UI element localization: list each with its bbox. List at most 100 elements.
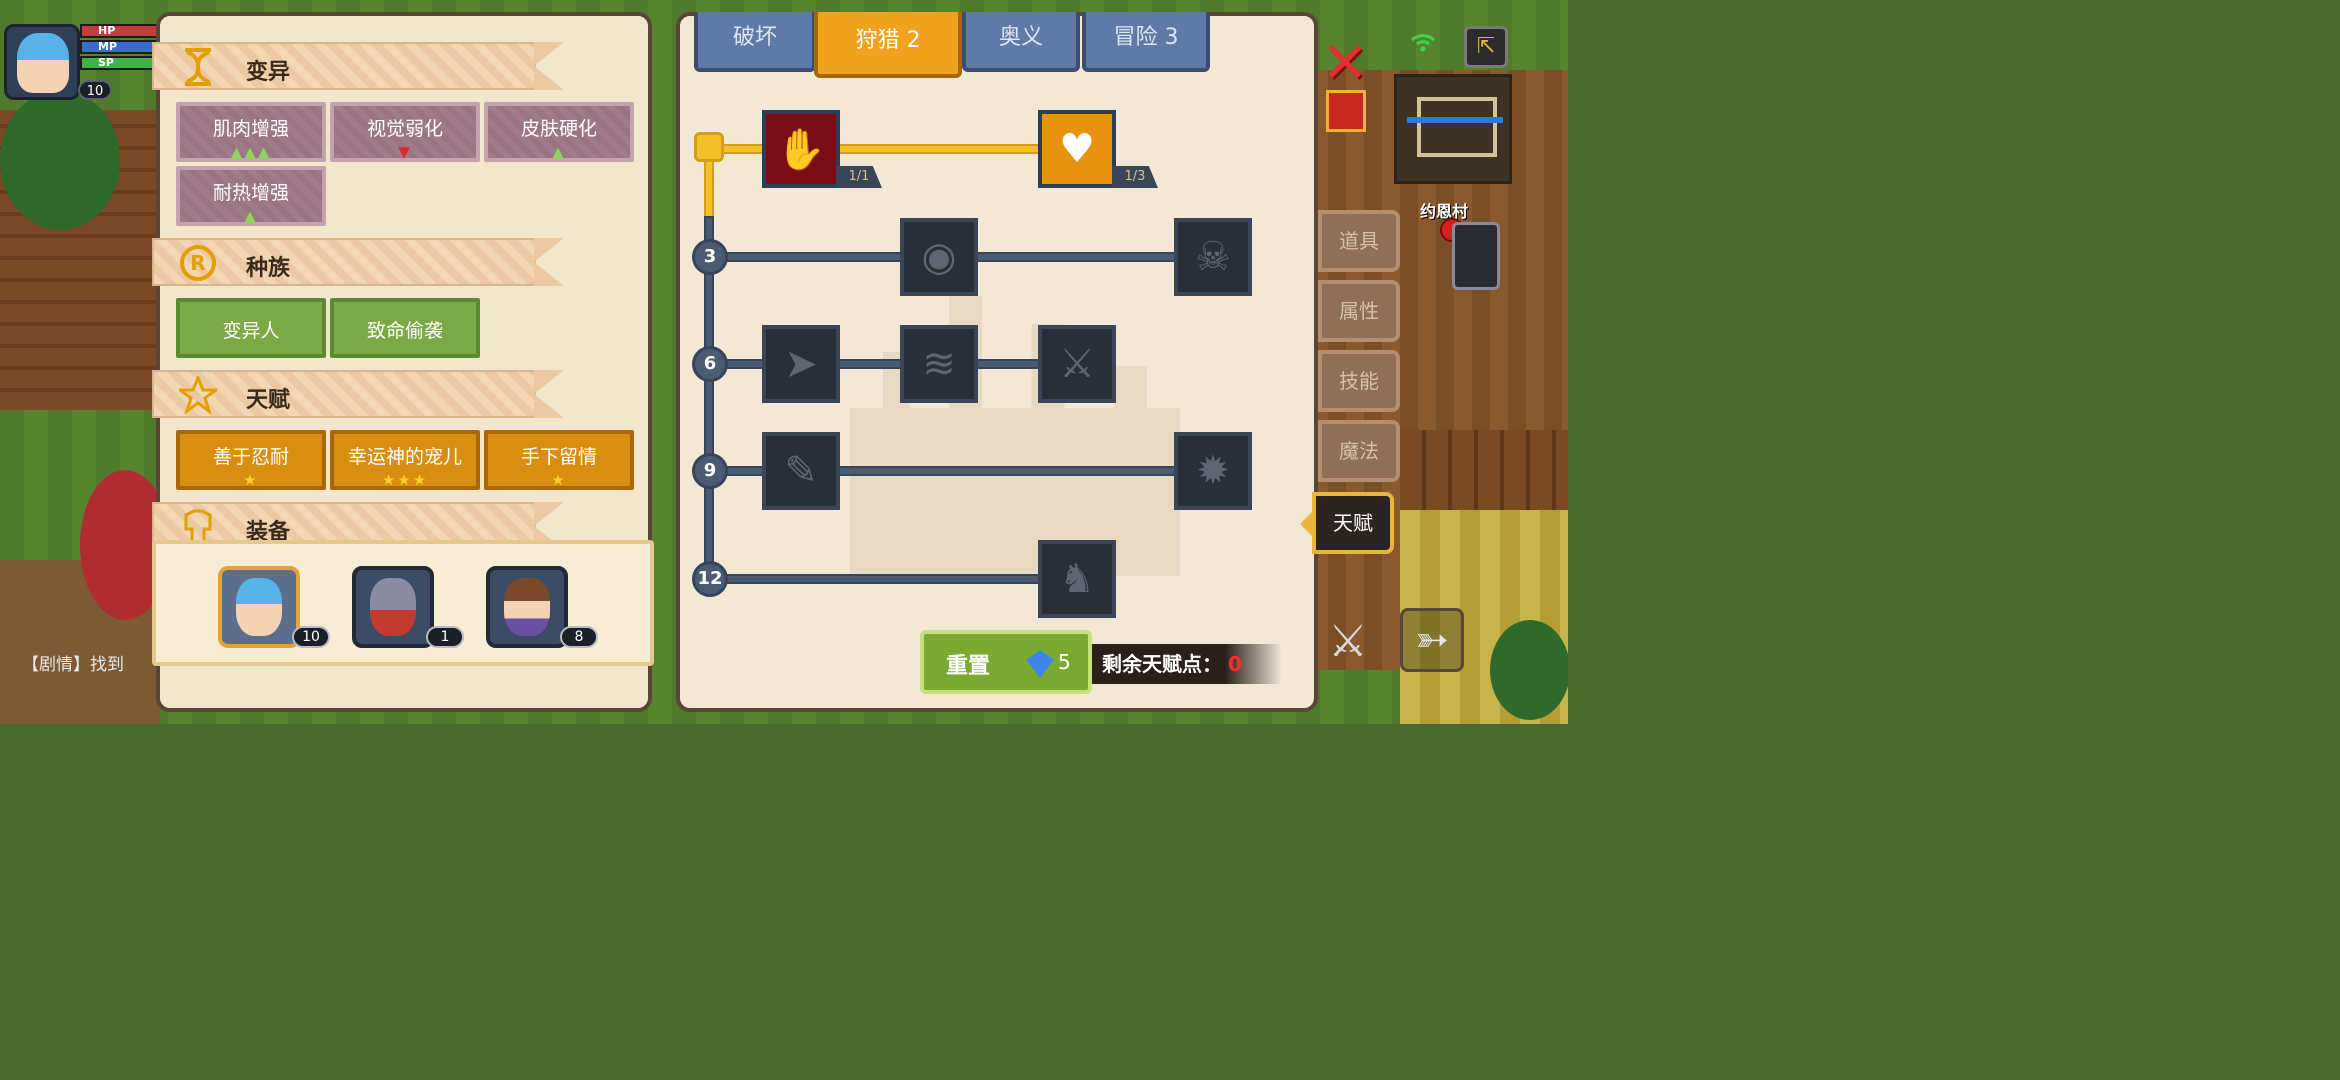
race-tag[interactable]: 变异人 <box>176 298 326 358</box>
skill-dash[interactable]: ➤ <box>762 325 840 403</box>
character-portrait <box>504 578 550 636</box>
talent-label: 善于忍耐 <box>212 446 289 468</box>
race-label: 变异人 <box>222 320 280 342</box>
close-icon[interactable]: ✕ <box>1320 36 1370 92</box>
minimap[interactable] <box>1394 74 1512 184</box>
character-selector: 10 1 8 <box>152 540 654 666</box>
mutation-up-marks: ▲ <box>552 143 566 161</box>
skill-strongman[interactable]: ♥ 1/3 <box>1038 110 1158 188</box>
side-tab-talent[interactable]: 天赋 <box>1300 492 1394 554</box>
side-tab-items[interactable]: 道具 <box>1318 210 1400 272</box>
sp-bar: SP <box>80 56 160 70</box>
character-level-badge: 1 <box>426 626 464 648</box>
village-label: 约恩村 <box>1420 202 1469 221</box>
minimap-road <box>1417 97 1497 157</box>
tree <box>0 90 120 230</box>
character-level-badge: 8 <box>560 626 598 648</box>
eye-icon: ◉ <box>921 234 957 280</box>
phone-icon[interactable] <box>1452 222 1500 290</box>
mp-bar: MP <box>80 40 160 54</box>
race-tag[interactable]: 致命偷袭 <box>330 298 480 358</box>
character-slot-hero[interactable]: 10 <box>218 566 330 648</box>
tier-node-12: 12 <box>692 561 728 597</box>
mutation-label: 耐热增强 <box>212 182 289 204</box>
skill-horse-head[interactable]: ♞ <box>1038 540 1116 618</box>
skill-slash-hand[interactable]: ✋ 1/1 <box>762 110 882 188</box>
tab-destroy[interactable]: 破坏 <box>694 12 816 72</box>
character-slot-knight[interactable]: 1 <box>352 566 464 648</box>
horse-head-icon: ♞ <box>1059 556 1095 602</box>
reset-button[interactable]: 重置 5 <box>920 630 1092 694</box>
side-tab-attributes[interactable]: 属性 <box>1318 280 1400 342</box>
strongman-icon: ♥ <box>1059 126 1095 172</box>
skill-eye[interactable]: ◉ <box>900 218 978 296</box>
mp-label: MP <box>98 40 118 53</box>
syringe-icon: ✎ <box>784 448 818 494</box>
skull-shield-icon: ☠ <box>1195 234 1231 280</box>
talent-tag[interactable]: 善于忍耐 ★ <box>176 430 326 490</box>
talent-tag[interactable]: 幸运神的宠儿 ★★★ <box>330 430 480 490</box>
mutation-up-marks: ▲ <box>244 207 258 225</box>
hp-bar: HP <box>80 24 160 38</box>
race-emblem-letter: R <box>180 245 216 281</box>
mutation-up-marks: ▲▲▲ <box>230 143 272 161</box>
side-tab-skills[interactable]: 技能 <box>1318 350 1400 412</box>
hp-label: HP <box>98 24 116 37</box>
talent-tag[interactable]: 手下留情 ★ <box>484 430 634 490</box>
talent-label: 手下留情 <box>520 446 597 468</box>
diamond-icon <box>1026 650 1054 678</box>
player-portrait <box>17 33 69 93</box>
tab-adventure[interactable]: 冒险 3 <box>1082 12 1210 72</box>
tier-node-9: 9 <box>692 453 728 489</box>
gift-icon[interactable] <box>1326 90 1366 132</box>
player-level-badge: 10 <box>78 80 112 100</box>
reset-cost: 5 <box>1058 650 1071 674</box>
race-section-title: 种族 <box>246 256 291 281</box>
exit-icon[interactable]: ⇱ <box>1464 26 1508 68</box>
skill-skull-gear[interactable]: ✹ <box>1174 432 1252 510</box>
race-section-header: R 种族 <box>152 238 564 286</box>
tier-node-3: 3 <box>692 239 728 275</box>
story-quest-text[interactable]: 【剧情】找到 <box>22 650 124 675</box>
character-portrait <box>236 578 282 636</box>
mutation-tag[interactable]: 肌肉增强 ▲▲▲ <box>176 102 326 162</box>
tier-node-6: 6 <box>692 346 728 382</box>
mutation-section-header: 变异 <box>152 42 564 90</box>
character-slot-mage[interactable]: 8 <box>486 566 598 648</box>
tab-hunt[interactable]: 狩猎 2 <box>814 12 962 78</box>
crossed-swords-icon: ⚔ <box>1059 341 1095 387</box>
mutation-tag[interactable]: 皮肤硬化 ▲ <box>484 102 634 162</box>
mutation-label: 肌肉增强 <box>212 118 289 140</box>
talent-stars: ★ <box>551 471 567 489</box>
mutation-label: 皮肤硬化 <box>520 118 597 140</box>
slash-hand-icon: ✋ <box>776 126 826 173</box>
race-emblem-icon: R <box>178 243 218 283</box>
remaining-points-value: 0 <box>1228 652 1242 676</box>
sword-icon[interactable]: ⚔ <box>1318 612 1378 672</box>
side-tab-magic[interactable]: 魔法 <box>1318 420 1400 482</box>
tab-secret[interactable]: 奥义 <box>962 12 1080 72</box>
skull-gear-icon: ✹ <box>1196 448 1230 494</box>
bow-icon[interactable]: ➳ <box>1400 608 1464 672</box>
skill-wing[interactable]: ≋ <box>900 325 978 403</box>
tier-node-start <box>694 132 724 162</box>
dna-icon <box>178 47 218 87</box>
talent-section-header: 天赋 <box>152 370 564 418</box>
reset-label: 重置 <box>946 654 991 679</box>
wing-icon: ≋ <box>922 341 956 387</box>
skill-crossed-swords[interactable]: ⚔ <box>1038 325 1116 403</box>
remaining-points-label: 剩余天赋点： <box>1102 652 1222 676</box>
skill-syringe[interactable]: ✎ <box>762 432 840 510</box>
mutation-tag[interactable]: 耐热增强 ▲ <box>176 166 326 226</box>
mutation-tag[interactable]: 视觉弱化 ▼ <box>330 102 480 162</box>
mutation-down-marks: ▼ <box>398 143 412 161</box>
mutation-section-title: 变异 <box>246 60 291 85</box>
wifi-icon <box>1410 32 1436 52</box>
skill-skull-shield[interactable]: ☠ <box>1174 218 1252 296</box>
player-avatar[interactable] <box>4 24 80 100</box>
sp-label: SP <box>98 56 114 69</box>
character-portrait <box>370 578 416 636</box>
talent-label: 幸运神的宠儿 <box>347 446 462 468</box>
bush <box>1490 620 1568 720</box>
star-icon <box>178 375 218 415</box>
